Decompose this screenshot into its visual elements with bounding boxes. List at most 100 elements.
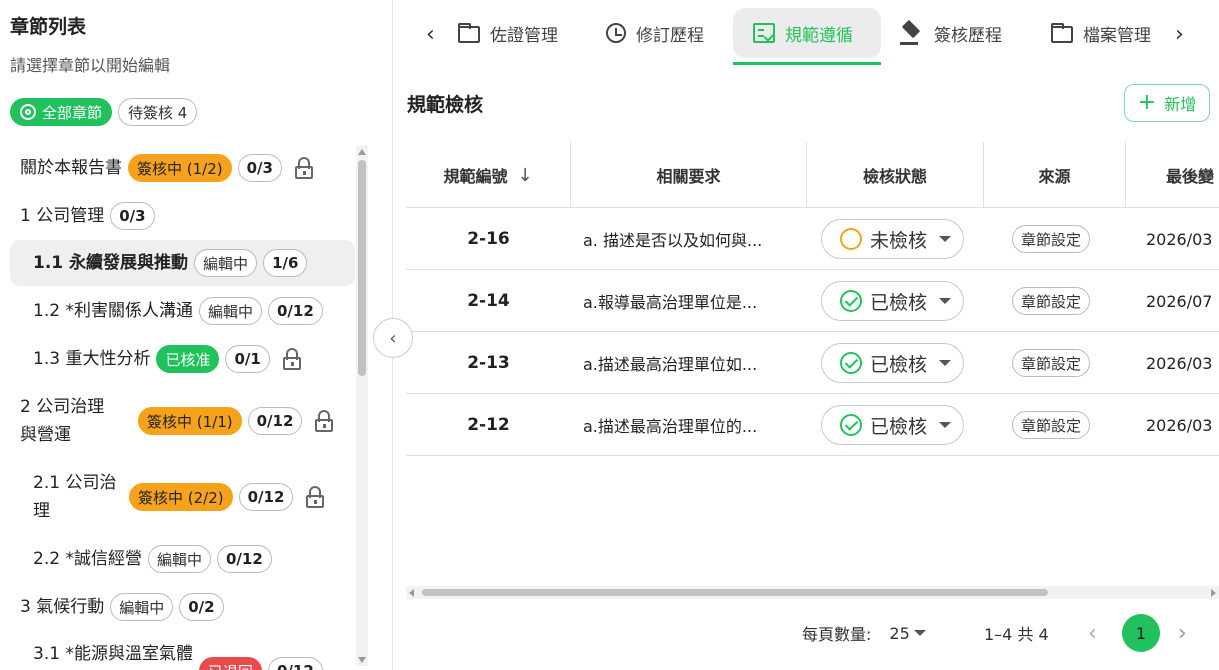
progress-count: 0/12 bbox=[267, 657, 323, 670]
row-source-cell: 章節設定 bbox=[1012, 270, 1112, 332]
scroll-left-arrow[interactable] bbox=[409, 589, 414, 597]
chapter-item-2-1[interactable]: 2.1 公司治 理 簽核中 (2/2) 0/12 bbox=[33, 469, 325, 525]
tab-label: 修訂歷程 bbox=[636, 25, 704, 46]
status-select[interactable]: 已檢核 bbox=[821, 343, 965, 383]
chapter-label-line2: 與營運 bbox=[20, 425, 71, 445]
row-source-cell: 章節設定 bbox=[1012, 332, 1112, 394]
progress-count: 0/3 bbox=[110, 202, 155, 230]
sidebar-scrollbar[interactable] bbox=[356, 146, 368, 666]
rows-per-page-select[interactable]: 25 bbox=[889, 623, 926, 643]
row-requirement: a.描述最高治理單位的... bbox=[583, 417, 758, 436]
chapter-item-1-3[interactable]: 1.3 重大性分析 已核准 0/1 bbox=[33, 344, 302, 374]
chapter-item-1-2[interactable]: 1.2 *利害關係人溝通 編輯中 0/12 bbox=[33, 296, 323, 326]
table-row[interactable]: 2-14 a.報導最高治理單位是... 已檢核 章節設定 2026/07 bbox=[406, 270, 1219, 332]
status-badge: 簽核中 (1/1) bbox=[138, 407, 242, 435]
chapter-item-2-2[interactable]: 2.2 *誠信經營 編輯中 0/12 bbox=[33, 544, 272, 574]
prev-page-icon[interactable]: ‹ bbox=[1088, 614, 1097, 652]
chapter-filters: 全部章節 待簽核 4 bbox=[10, 98, 198, 126]
pending-circle-icon bbox=[840, 228, 862, 250]
row-requirement: a.報導最高治理單位是... bbox=[583, 293, 758, 312]
tab-label: 簽核歷程 bbox=[934, 25, 1002, 46]
tab-file-management[interactable]: 檔案管理 bbox=[1031, 8, 1171, 58]
page-button-current[interactable]: 1 bbox=[1122, 614, 1160, 652]
column-header-code[interactable]: 規範編號 ↓ bbox=[406, 142, 571, 208]
active-tab-indicator bbox=[733, 62, 881, 65]
lock-icon bbox=[314, 409, 334, 433]
column-header-label: 來源 bbox=[1038, 167, 1071, 186]
status-badge: 編輯中 bbox=[194, 249, 258, 277]
rows-per-page-label: 每頁數量: bbox=[802, 625, 872, 644]
row-status-cell: 已檢核 bbox=[821, 270, 981, 332]
row-code: 2-14 bbox=[467, 291, 510, 311]
chapter-label-line1: 2.1 公司治 bbox=[33, 473, 117, 493]
chapter-label: 2.1 公司治 理 bbox=[33, 469, 123, 525]
tab-approval-history[interactable]: 簽核歷程 bbox=[880, 8, 1022, 58]
scroll-right-arrow[interactable] bbox=[1211, 589, 1216, 597]
chapter-item-2[interactable]: 2 公司治理 與營運 簽核中 (1/1) 0/12 bbox=[20, 393, 334, 449]
checklist-icon bbox=[753, 23, 775, 43]
progress-count: 0/12 bbox=[267, 297, 323, 325]
tab-label: 佐證管理 bbox=[490, 25, 558, 46]
add-button[interactable]: + 新增 bbox=[1124, 84, 1210, 122]
table-horizontal-scrollbar[interactable] bbox=[406, 586, 1219, 599]
row-source-cell: 章節設定 bbox=[1012, 394, 1112, 456]
next-page-icon[interactable]: › bbox=[1178, 614, 1187, 652]
chevron-down-icon bbox=[939, 236, 952, 242]
filter-pending-approval[interactable]: 待簽核 4 bbox=[118, 98, 198, 126]
row-code: 2-13 bbox=[467, 353, 510, 373]
chapter-label: 1 公司管理 bbox=[20, 206, 105, 226]
scrollbar-thumb[interactable] bbox=[358, 160, 366, 376]
chapter-label-line2: 理 bbox=[33, 501, 50, 521]
table-row[interactable]: 2-13 a.描述最高治理單位如... 已檢核 章節設定 2026/03 bbox=[406, 332, 1219, 394]
filter-all-chapters[interactable]: 全部章節 bbox=[10, 98, 113, 126]
row-last-modified: 2026/07 bbox=[1146, 291, 1213, 311]
tab-compliance[interactable]: 規範遵循 bbox=[733, 8, 881, 58]
chapter-label: 2.2 *誠信經營 bbox=[33, 549, 142, 569]
history-icon bbox=[606, 23, 626, 43]
chapter-label: 3.1 *能源與溫室氣體 bbox=[33, 644, 193, 664]
sidebar-subtitle: 請選擇章節以開始編輯 bbox=[10, 56, 171, 75]
scrollbar-thumb[interactable] bbox=[422, 589, 1048, 596]
chapter-item-about-report[interactable]: 關於本報告書 簽核中 (1/2) 0/3 bbox=[20, 153, 314, 183]
chevron-left-icon: ‹ bbox=[389, 327, 397, 349]
table-row[interactable]: 2-16 a. 描述是否以及如何與... 未檢核 章節設定 2026/03 bbox=[406, 208, 1219, 270]
status-select[interactable]: 已檢核 bbox=[821, 281, 965, 321]
row-code: 2-16 bbox=[467, 229, 510, 249]
row-status-cell: 已檢核 bbox=[821, 394, 981, 456]
progress-count: 0/12 bbox=[238, 483, 294, 511]
check-circle-icon bbox=[840, 352, 862, 374]
scroll-up-arrow[interactable] bbox=[358, 149, 366, 155]
tab-revision-history[interactable]: 修訂歷程 bbox=[586, 8, 724, 58]
column-header-last-modified[interactable]: 最後變 bbox=[1126, 142, 1219, 208]
tab-scroll-left-icon[interactable]: ‹ bbox=[426, 22, 435, 47]
progress-count: 0/12 bbox=[247, 407, 303, 435]
status-select[interactable]: 已檢核 bbox=[821, 405, 965, 445]
sort-arrow-down-icon[interactable]: ↓ bbox=[517, 165, 532, 186]
row-status-cell: 已檢核 bbox=[821, 332, 981, 394]
collapse-sidebar-button[interactable]: ‹ bbox=[373, 318, 413, 358]
status-label: 未檢核 bbox=[870, 229, 928, 252]
chapter-item-1[interactable]: 1 公司管理 0/3 bbox=[20, 201, 155, 231]
column-header-status[interactable]: 檢核狀態 bbox=[807, 142, 984, 208]
target-icon bbox=[20, 104, 36, 120]
table-header: 規範編號 ↓ 相關要求 檢核狀態 來源 最後變 bbox=[406, 142, 1219, 208]
status-badge: 簽核中 (1/2) bbox=[128, 154, 232, 182]
chapter-item-3-1[interactable]: 3.1 *能源與溫室氣體 已退回 0/12 bbox=[33, 640, 323, 670]
tab-evidence[interactable]: 佐證管理 bbox=[438, 8, 578, 58]
chapter-label: 1.3 重大性分析 bbox=[33, 349, 151, 369]
table-row[interactable]: 2-12 a.描述最高治理單位的... 已檢核 章節設定 2026/03 bbox=[406, 394, 1219, 456]
scroll-down-arrow[interactable] bbox=[358, 657, 366, 663]
progress-count: 0/3 bbox=[237, 154, 282, 182]
chapter-item-3[interactable]: 3 氣候行動 編輯中 0/2 bbox=[20, 592, 224, 622]
chapter-item-1-1[interactable]: 1.1 永續發展與推動 編輯中 1/6 bbox=[10, 240, 355, 286]
status-select[interactable]: 未檢核 bbox=[821, 219, 965, 259]
chapter-label: 1.1 永續發展與推動 bbox=[33, 253, 189, 273]
tab-scroll-right-icon[interactable]: › bbox=[1175, 22, 1184, 47]
column-header-requirement[interactable]: 相關要求 bbox=[571, 142, 807, 208]
plus-icon: + bbox=[1137, 90, 1157, 115]
rows-per-page-value: 25 bbox=[889, 623, 910, 643]
column-header-label: 檢核狀態 bbox=[862, 167, 927, 186]
pagination-range: 1–4 共 4 bbox=[984, 625, 1049, 644]
chapter-label: 1.2 *利害關係人溝通 bbox=[33, 301, 193, 321]
column-header-source[interactable]: 來源 bbox=[984, 142, 1126, 208]
